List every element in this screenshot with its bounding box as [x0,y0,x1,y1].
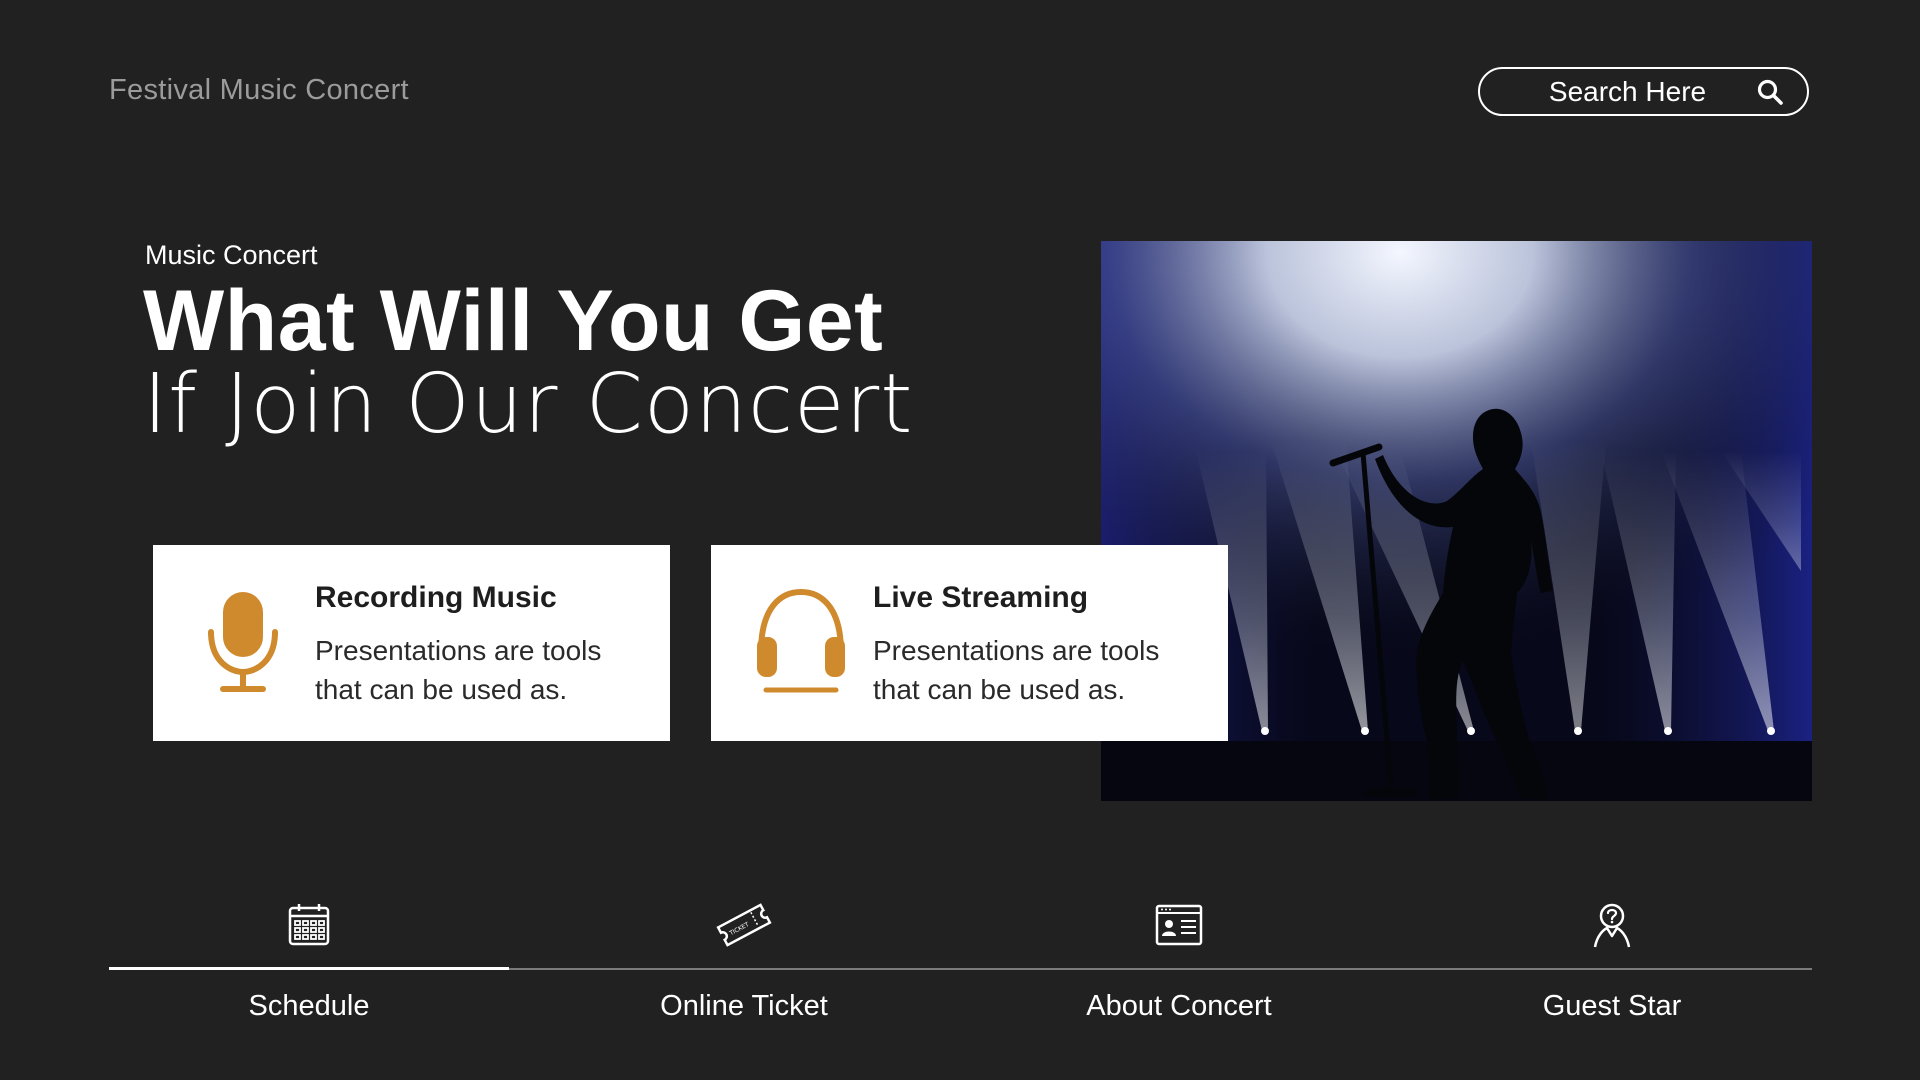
headphones-icon [757,588,845,693]
bottom-tab-bar: Schedule TICKET Online Ticket About Conc… [109,880,1812,1030]
hero-subheadline: If Join Our Concert [143,357,914,452]
tab-label: Schedule [248,990,370,1022]
feature-description: Presentations are tools that can be used… [873,635,1160,705]
tab-online-ticket[interactable]: TICKET Online Ticket [544,880,944,1030]
calendar-icon [288,904,330,946]
feature-description: Presentations are tools that can be used… [315,635,602,705]
microphone-icon [208,592,278,692]
search-input[interactable]: Search Here [1480,76,1755,108]
feature-title: Live Streaming [873,581,1089,614]
feature-title: Recording Music [315,581,557,614]
tab-about-concert[interactable]: About Concert [979,880,1379,1030]
tab-label: Online Ticket [660,990,828,1022]
id-card-icon [1155,904,1203,946]
tab-guest-star[interactable]: Guest Star [1412,880,1812,1030]
guest-star-icon [1593,903,1631,948]
ticket-icon: TICKET [716,903,772,947]
search-box[interactable]: Search Here [1478,67,1809,116]
feature-card-streaming[interactable]: Live Streaming Presentations are tools t… [711,545,1228,741]
tab-label: About Concert [1086,990,1272,1022]
tab-label: Guest Star [1542,990,1682,1022]
brand-title: Festival Music Concert [109,74,409,106]
search-icon[interactable] [1755,77,1785,107]
tab-schedule[interactable]: Schedule [109,880,509,1030]
feature-card-recording[interactable]: Recording Music Presentations are tools … [153,545,670,741]
hero-eyebrow: Music Concert [145,240,318,270]
